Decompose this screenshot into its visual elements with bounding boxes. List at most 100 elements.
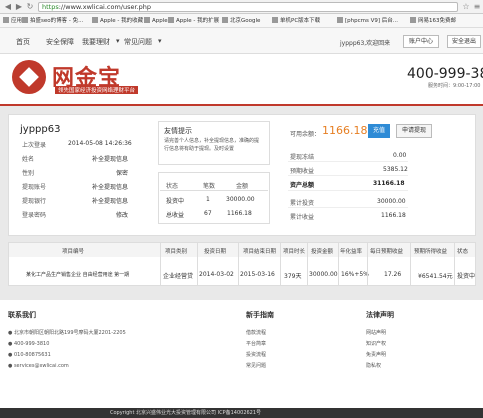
profile-value: 2014-05-08 14:26:36	[68, 140, 132, 147]
profile-label: 提现银行	[22, 198, 47, 205]
column-header: 项目类别	[165, 249, 188, 255]
divider	[338, 243, 339, 285]
end-date-cell: 2015-03-16	[240, 271, 275, 278]
count-cell: 67	[204, 210, 212, 217]
bookmark-item[interactable]: Apple	[144, 16, 168, 26]
bookmark-icon	[144, 17, 150, 23]
browser-toolbar: ◀ ▶ ↻ https://www.xwlicai.com/user.php ☆…	[0, 0, 483, 14]
bookmark-item[interactable]: Apple - 我的扩展	[168, 16, 219, 26]
count-cell: 1	[206, 196, 210, 203]
profile-label: 性别	[22, 170, 35, 177]
bookmark-item[interactable]: 应用	[3, 16, 22, 26]
profile-label: 姓名	[22, 156, 35, 163]
footer-link[interactable]: 网站声明	[366, 329, 386, 336]
column-header: 状态	[457, 249, 469, 255]
nav-security[interactable]: 安全保障	[46, 37, 74, 47]
invest-date-cell: 2014-03-02	[199, 271, 234, 278]
logo-subtitle: 领先国家经济投资网络理财平台	[55, 86, 139, 94]
footer	[0, 300, 483, 408]
notice-text: 行信息将有助于提现。及时设置	[164, 146, 235, 152]
amount-cell: 1166.18	[227, 210, 252, 217]
duration-cell: 379天	[284, 273, 302, 280]
footer-link[interactable]: 借款流程	[246, 329, 266, 336]
footer-link[interactable]: 投资流程	[246, 351, 266, 358]
balance-row-value: 5385.12	[383, 166, 408, 173]
phone-text: ● 400-999-3810	[8, 341, 50, 347]
chevron-down-icon: ▾	[158, 37, 162, 45]
column-header: 投资日期	[204, 249, 227, 255]
footer-link[interactable]: 常见问题	[246, 362, 266, 369]
back-icon[interactable]: ◀	[3, 2, 13, 12]
forward-icon[interactable]: ▶	[14, 2, 24, 12]
nav-home[interactable]: 首页	[16, 37, 30, 47]
profile-value[interactable]: 补全提现信息	[92, 154, 128, 163]
column-header: 项目时长	[283, 249, 306, 255]
recharge-button[interactable]: 充值	[368, 124, 390, 138]
copyright-bar: Copyright 北京兴盛伟业光大投资管理有限公司 ICP备14002621号	[0, 408, 483, 418]
welcome-text: jyppp63,欢迎回来	[340, 40, 391, 47]
divider	[160, 190, 268, 191]
profile-value[interactable]: 补全提现信息	[92, 182, 128, 191]
account-center-button[interactable]: 账户中心	[403, 35, 439, 48]
notice-title: 友情提示	[164, 127, 192, 135]
profile-label: 上次登录	[22, 142, 47, 149]
bookmark-item[interactable]: 网易163免费邮	[410, 16, 456, 26]
column-header: 项目编号	[62, 249, 85, 255]
change-password-link[interactable]: 修改	[116, 210, 128, 219]
footer-link[interactable]: 免责声明	[366, 351, 386, 358]
divider	[288, 207, 408, 208]
star-icon[interactable]: ☆	[461, 2, 471, 12]
bookmark-item[interactable]: Apple - 我的收藏	[92, 16, 143, 26]
footer-link[interactable]: 知识产权	[366, 340, 386, 347]
status-header: 状态	[166, 183, 179, 190]
profile-username: jyppp63	[20, 124, 61, 135]
logo-icon[interactable]	[12, 60, 46, 94]
divider	[288, 175, 408, 176]
nav-faq[interactable]: 常见问题	[124, 37, 152, 47]
balance-row-value: 1166.18	[381, 212, 406, 219]
profile-label: 登录密码	[22, 212, 47, 219]
project-name-cell[interactable]: 某化工产品生产销售企业 自由经营用途 第一期	[26, 271, 129, 278]
balance-row-value: 0.00	[393, 152, 407, 159]
column-header: 投资金额	[311, 249, 334, 255]
balance-row-label: 提现冻结	[290, 154, 315, 161]
profile-value[interactable]: 补全提现信息	[92, 196, 128, 205]
bookmark-item[interactable]: 北京Google	[222, 16, 260, 26]
apps-icon	[3, 17, 9, 23]
amount-cell: 30000.00	[226, 196, 255, 203]
bookmark-icon	[92, 17, 98, 23]
menu-icon[interactable]: ≡	[472, 2, 482, 12]
bookmark-item[interactable]: [phpcms V9] 后台...	[337, 16, 398, 26]
withdraw-button[interactable]: 申请提现	[396, 124, 432, 138]
bookmark-icon	[222, 17, 228, 23]
logout-button[interactable]: 安全退出	[447, 35, 481, 48]
chevron-down-icon: ▾	[116, 37, 120, 45]
status-cell: 投资中	[166, 198, 185, 205]
bookmark-icon	[410, 17, 416, 23]
nav-invest[interactable]: 我要理财	[82, 37, 110, 47]
rate-cell: 16%+5%	[341, 271, 369, 278]
divider	[410, 243, 411, 285]
url-path: ://www.xwlicai.com/user.php	[58, 3, 152, 11]
profile-label: 提现账号	[22, 184, 47, 191]
bookmark-icon	[22, 17, 28, 23]
address-text: ● 北京市朝阳区朝阳北路199号摩码大厦2201-2205	[8, 330, 126, 336]
column-header: 预期所得收益	[414, 249, 448, 255]
divider	[238, 243, 239, 285]
law-title: 法律声明	[366, 311, 394, 319]
divider	[160, 243, 161, 285]
footer-link[interactable]: 隐私权	[366, 362, 381, 369]
count-header: 笔数	[203, 183, 216, 190]
column-header: 项目结束日期	[243, 249, 277, 255]
bookmark-icon	[272, 17, 278, 23]
total-assets-value: 31166.18	[373, 180, 405, 187]
hotline-number: 400-999-3810	[407, 66, 483, 82]
category-cell: 企业经营贷	[163, 273, 194, 280]
email-text[interactable]: ● services@xwlicai.com	[8, 363, 69, 369]
bookmark-item[interactable]: 拍盛seo的博客 - 免...	[22, 16, 83, 26]
url-input[interactable]: https://www.xwlicai.com/user.php	[38, 2, 458, 12]
bookmark-item[interactable]: 单机PC版本下载	[272, 16, 320, 26]
reload-icon[interactable]: ↻	[25, 2, 35, 12]
footer-link[interactable]: 平台简章	[246, 340, 266, 347]
daily-yield-cell: 17.26	[384, 271, 402, 278]
